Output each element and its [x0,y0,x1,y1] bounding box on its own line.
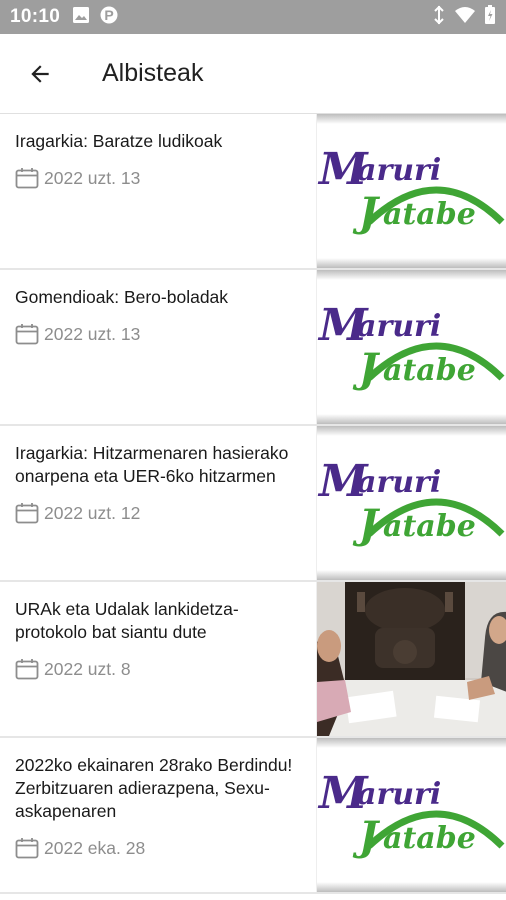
calendar-icon [15,503,39,524]
news-list-item[interactable]: URAk eta Udalak lankidetza-protokolo bat… [0,582,506,738]
svg-text:J: J [352,501,381,548]
status-time: 10:10 [10,6,61,27]
svg-text:atabe: atabe [383,821,476,856]
maruri-jatabe-logo: M aruri J atabe [317,144,505,236]
news-title: 2022ko ekainaren 28rako Berdindu! Zerbit… [15,755,293,821]
svg-text:J: J [352,813,381,860]
back-button[interactable] [0,34,80,114]
news-list-item[interactable]: Iragarkia: Baratze ludikoak 2022 uzt. 13… [0,114,506,270]
maruri-jatabe-logo: M aruri J atabe [317,456,505,548]
news-date: 2022 uzt. 13 [44,323,141,344]
parking-icon: P [100,5,118,30]
wifi-icon [454,6,476,29]
svg-text:aruri: aruri [357,777,441,812]
news-thumbnail: M aruri J atabe [316,426,506,580]
news-title: Iragarkia: Hitzarmenaren hasierako onarp… [15,443,289,486]
news-thumbnail: M aruri J atabe [316,270,506,424]
signing-photo [317,582,506,736]
calendar-icon [15,838,39,859]
news-list: Iragarkia: Baratze ludikoak 2022 uzt. 13… [0,114,506,894]
page-title: Albisteak [102,59,204,87]
news-title: Gomendioak: Bero-boladak [15,287,229,307]
news-list-item[interactable]: Iragarkia: Hitzarmenaren hasierako onarp… [0,426,506,582]
status-bar: 10:10 P [0,0,506,34]
calendar-icon [15,168,39,189]
calendar-icon [15,324,39,345]
svg-text:J: J [352,345,381,392]
svg-text:aruri: aruri [357,153,441,188]
news-thumbnail: M aruri J atabe [316,738,506,892]
svg-text:atabe: atabe [383,509,476,544]
calendar-icon [15,659,39,680]
image-icon [72,6,90,29]
svg-text:aruri: aruri [357,465,441,500]
svg-text:atabe: atabe [383,353,476,388]
vibrate-icon [432,5,446,30]
news-date: 2022 eka. 28 [44,837,146,858]
battery-icon [484,4,496,30]
news-date: 2022 uzt. 12 [44,502,141,523]
arrow-left-icon [31,64,49,83]
news-list-item[interactable]: 2022ko ekainaren 28rako Berdindu! Zerbit… [0,738,506,894]
svg-text:J: J [352,189,381,236]
maruri-jatabe-logo: M aruri J atabe [317,768,505,860]
news-title: Iragarkia: Baratze ludikoak [15,131,223,151]
news-photo-thumbnail [316,582,506,736]
maruri-jatabe-logo: M aruri J atabe [317,300,505,392]
news-thumbnail: M aruri J atabe [316,114,506,268]
svg-text:atabe: atabe [383,197,476,232]
news-list-item[interactable]: Gomendioak: Bero-boladak 2022 uzt. 13 M … [0,270,506,426]
news-date: 2022 uzt. 8 [44,658,131,679]
news-title: URAk eta Udalak lankidetza-protokolo bat… [15,599,239,642]
app-bar: Albisteak [0,34,506,114]
svg-text:aruri: aruri [357,309,441,344]
svg-text:P: P [104,7,113,23]
news-date: 2022 uzt. 13 [44,167,141,188]
